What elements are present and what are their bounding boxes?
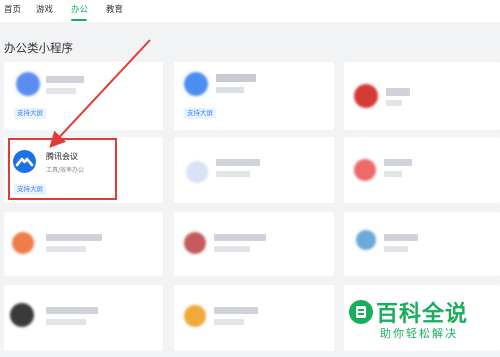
annotation-arrow <box>49 39 151 148</box>
